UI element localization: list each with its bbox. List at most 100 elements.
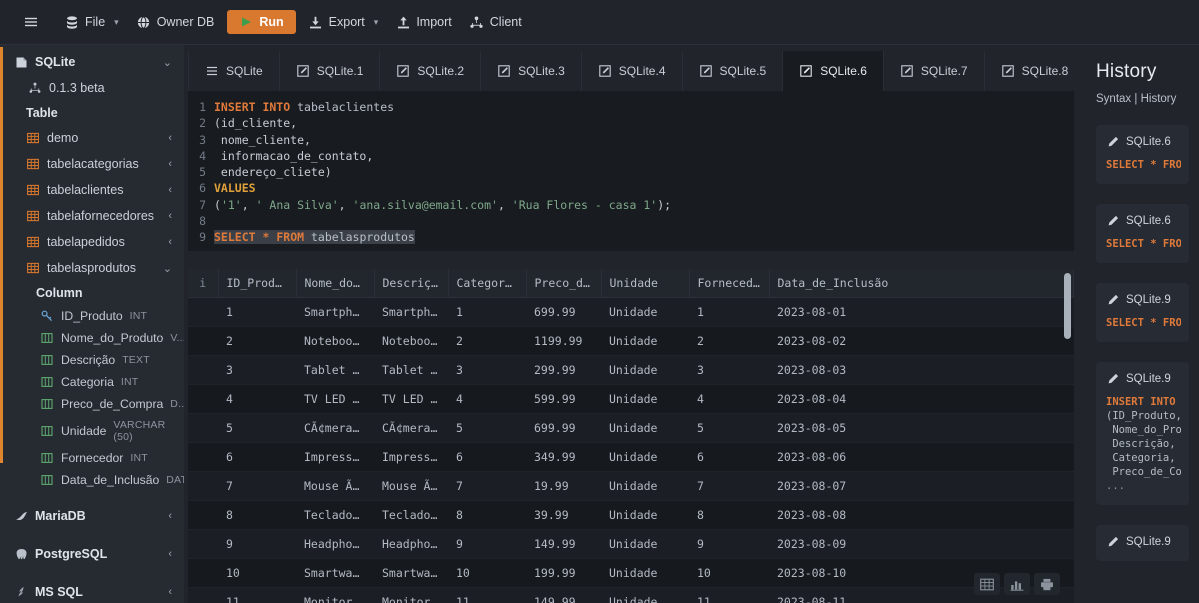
results-vertical-scrollbar[interactable] [1064,273,1071,339]
table-cell[interactable]: 10 [218,558,296,588]
table-cell[interactable]: CÃ¢mera D... [296,413,374,443]
table-cell[interactable]: Mouse Ã“ptico [296,471,374,501]
file-menu-button[interactable]: File ▾ [56,10,128,34]
table-cell[interactable]: TV LED 55" [296,384,374,414]
table-cell[interactable]: 199.99 [526,558,601,588]
owner-db-button[interactable]: Owner DB [128,10,224,34]
table-cell[interactable]: Mouse Ã“pti... [374,471,448,501]
row-selector[interactable] [188,413,218,443]
history-entry[interactable]: SQLite.9 SELECT * FROM t [1096,283,1189,342]
sidebar-connection-sqlite[interactable]: SQLite ⌄ [0,49,184,75]
sidebar-connection-mssql[interactable]: MS SQL ‹ [0,579,184,603]
table-cell[interactable]: CÃ¢mera di... [374,413,448,443]
tab-sqlite-2[interactable]: SQLite.2 [380,51,482,91]
table-row[interactable]: 8Teclado sem...Teclado sem...839.99Unida… [188,500,1074,530]
table-cell[interactable]: 1 [689,297,769,327]
table-cell[interactable]: 2 [218,326,296,356]
table-cell[interactable]: 2023-08-07 [769,471,1074,501]
table-cell[interactable]: Headphones... [374,529,448,559]
table-cell[interactable]: 19.99 [526,471,601,501]
sidebar-table-demo[interactable]: demo ‹ [0,125,184,151]
table-cell[interactable]: Unidade [601,500,689,530]
table-row[interactable]: 5CÃ¢mera D...CÃ¢mera di...5699.99Unidade… [188,413,1074,443]
table-cell[interactable]: 39.99 [526,500,601,530]
chevron-left-icon[interactable]: ‹ [168,236,172,248]
tab-sqlite-6[interactable]: SQLite.6 [783,51,884,91]
column-header-data-de-inclusao[interactable]: Data_de_Inclusão [769,269,1074,298]
table-cell[interactable]: Tablet comp... [374,355,448,385]
table-cell[interactable]: 9 [218,529,296,559]
sql-editor[interactable]: 1 INSERT INTO tabelaclientes 2 (id_cliente… [188,91,1074,251]
menu-toggle-button[interactable] [14,10,48,34]
sidebar-table-tabelaclientes[interactable]: tabelaclientes ‹ [0,177,184,203]
table-row[interactable]: 6Impressora ...Impressora l...6349.99Uni… [188,442,1074,472]
sidebar-column-categoria[interactable]: Categoria INT [0,371,184,393]
table-cell[interactable]: 1199.99 [526,326,601,356]
table-cell[interactable]: 2023-08-04 [769,384,1074,414]
table-row[interactable]: 10SmartwatchSmartwatch ...10199.99Unidad… [188,558,1074,588]
sidebar-table-tabelafornecedores[interactable]: tabelafornecedores ‹ [0,203,184,229]
table-cell[interactable]: Teclado sem... [296,500,374,530]
column-header-descricao[interactable]: Descrição [374,269,449,298]
column-header-nome-do-produto[interactable]: Nome_do_... [296,269,375,298]
sidebar-column-id-produto[interactable]: ID_Produto INT [0,305,184,327]
row-selector[interactable] [188,500,218,530]
table-cell[interactable]: 11 [448,587,526,603]
column-header-id-produto[interactable]: ID_Prod... [218,269,297,298]
chevron-down-icon[interactable]: ⌄ [163,56,172,69]
sidebar-column-unidade[interactable]: Unidade VARCHAR (50) [0,415,184,447]
history-link[interactable]: History [1141,93,1177,105]
sidebar-column-data-de-inclusao[interactable]: Data_de_Inclusão DATE [0,469,184,491]
tab-sqlite-3[interactable]: SQLite.3 [481,51,582,91]
table-cell[interactable]: 7 [448,471,526,501]
table-cell[interactable]: Unidade [601,529,689,559]
table-cell[interactable]: 2023-08-02 [769,326,1074,356]
table-cell[interactable]: 149.99 [526,529,601,559]
table-cell[interactable]: 349.99 [526,442,601,472]
tab-sqlite-8[interactable]: SQLite.8 [985,51,1086,91]
table-cell[interactable]: Impressora ... [296,442,374,472]
table-cell[interactable]: 3 [689,355,769,385]
table-cell[interactable]: 4 [218,384,296,414]
table-cell[interactable]: 6 [689,442,769,472]
print-button[interactable] [1034,573,1060,595]
table-cell[interactable]: Impressora l... [374,442,448,472]
run-button[interactable]: Run [227,10,296,34]
table-cell[interactable]: Smartphone... [374,297,448,327]
table-cell[interactable]: Smartwatch ... [374,558,448,588]
table-cell[interactable]: 5 [689,413,769,443]
table-cell[interactable]: 2023-08-08 [769,500,1074,530]
sidebar-table-tabelasprodutos[interactable]: tabelasprodutos ⌄ [0,255,184,281]
table-cell[interactable]: 3 [448,355,526,385]
chevron-left-icon[interactable]: ‹ [168,132,172,144]
table-cell[interactable]: Unidade [601,297,689,327]
import-button[interactable]: Import [387,10,460,34]
table-cell[interactable]: 6 [448,442,526,472]
chevron-left-icon[interactable]: ‹ [168,548,172,560]
table-cell[interactable]: 599.99 [526,384,601,414]
table-cell[interactable]: Unidade [601,326,689,356]
table-cell[interactable]: Tablet Lite [296,355,374,385]
tab-sqlite-5[interactable]: SQLite.5 [683,51,784,91]
table-cell[interactable]: 2023-08-06 [769,442,1074,472]
table-cell[interactable]: Smartwatch [296,558,374,588]
column-header-preco-de-compra[interactable]: Preco_de_... [526,269,602,298]
row-selector[interactable] [188,297,218,327]
history-entry[interactable]: SQLite.9 INSERT INTO tab (ID_Produto, Nom… [1096,362,1189,505]
tab-sqlite-7[interactable]: SQLite.7 [884,51,985,91]
table-cell[interactable]: Notebook po... [374,326,448,356]
history-entry[interactable]: SQLite.9 [1096,525,1189,561]
table-cell[interactable]: 1 [218,297,296,327]
table-cell[interactable]: Notebook Pro [296,326,374,356]
table-cell[interactable]: 8 [689,500,769,530]
table-cell[interactable]: 7 [689,471,769,501]
table-row[interactable]: 4TV LED 55"TV LED Full ...4599.99Unidade… [188,384,1074,414]
table-cell[interactable]: 2023-08-05 [769,413,1074,443]
table-cell[interactable]: 8 [218,500,296,530]
row-selector[interactable] [188,442,218,472]
sidebar-column-fornecedor[interactable]: Fornecedor INT [0,447,184,469]
table-cell[interactable]: 2 [689,326,769,356]
history-entry[interactable]: SQLite.6 SELECT * FROM t [1096,204,1189,263]
chevron-left-icon[interactable]: ‹ [168,158,172,170]
sidebar-column-nome-do-produto[interactable]: Nome_do_Produto V... [0,327,184,349]
